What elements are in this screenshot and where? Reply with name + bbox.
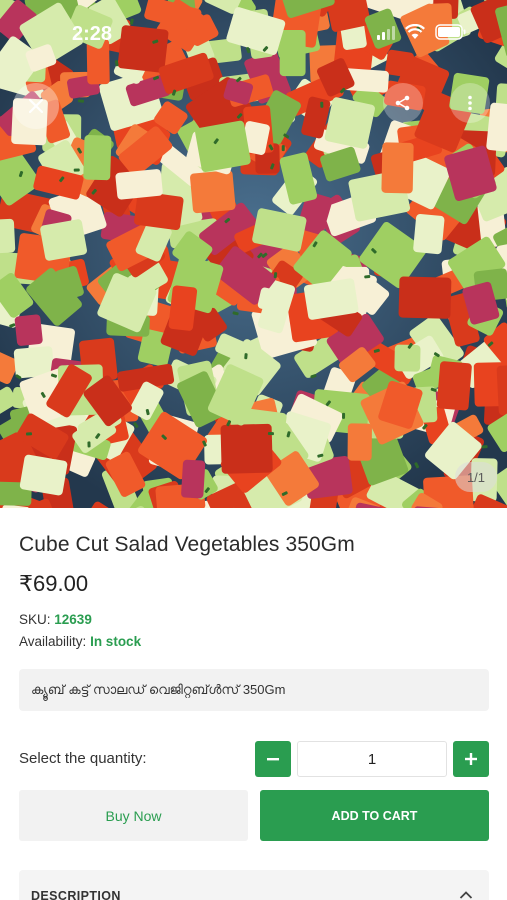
- herb-fleck: [25, 432, 33, 436]
- vegetable-piece: [394, 344, 421, 372]
- quantity-increase-button[interactable]: [453, 741, 489, 777]
- herb-fleck: [267, 432, 274, 436]
- herb-fleck: [342, 412, 346, 419]
- sku-label: SKU:: [19, 612, 51, 627]
- vegetable-piece: [19, 454, 68, 496]
- chevron-up-icon: [459, 891, 473, 899]
- vegetable-piece: [347, 423, 372, 461]
- vegetable-piece: [190, 170, 236, 214]
- vegetable-piece: [0, 218, 16, 254]
- product-title: Cube Cut Salad Vegetables 350Gm: [19, 533, 355, 556]
- product-native-name: ക്യൂബ് കട്ട് സാലഡ് വെജിറ്റബ്ൾസ് 350Gm: [19, 669, 489, 711]
- availability-value: In stock: [90, 634, 142, 649]
- battery-icon: [435, 24, 467, 40]
- cell-signal-icon: [377, 24, 395, 40]
- wifi-icon: [405, 24, 425, 40]
- vegetable-piece: [115, 169, 163, 200]
- vegetable-piece: [168, 285, 198, 331]
- sku-row: SKU: 12639: [19, 612, 92, 627]
- vegetable-piece: [195, 120, 251, 172]
- herb-fleck: [87, 441, 91, 448]
- vegetable-piece: [398, 276, 452, 319]
- vegetable-piece: [220, 423, 273, 474]
- status-bar: 2:28: [0, 0, 507, 70]
- herb-fleck: [481, 445, 488, 449]
- salad-photo: [0, 0, 507, 508]
- herb-fleck: [244, 353, 248, 360]
- herb-fleck: [320, 101, 324, 108]
- vegetable-piece: [413, 214, 445, 255]
- image-page-indicator: 1/1: [455, 462, 497, 492]
- more-vertical-icon: [468, 95, 472, 111]
- availability-row: Availability: In stock: [19, 634, 141, 649]
- close-button[interactable]: [13, 83, 59, 129]
- availability-label: Availability:: [19, 634, 87, 649]
- share-icon: [395, 95, 410, 111]
- sku-value: 12639: [54, 612, 92, 627]
- share-button[interactable]: [383, 83, 423, 123]
- herb-fleck: [364, 275, 371, 279]
- status-time: 2:28: [72, 23, 113, 45]
- vegetable-piece: [324, 97, 375, 149]
- close-icon: [28, 98, 44, 114]
- vegetable-piece: [83, 135, 112, 181]
- vegetable-piece: [381, 142, 414, 194]
- quantity-decrease-button[interactable]: [255, 741, 291, 777]
- product-image[interactable]: 2:28 1/1: [0, 0, 507, 508]
- vegetable-piece: [436, 361, 472, 411]
- vegetable-piece: [181, 459, 206, 499]
- buy-now-button[interactable]: Buy Now: [19, 790, 248, 841]
- herb-fleck: [73, 168, 80, 172]
- vegetable-piece: [40, 219, 87, 261]
- more-options-button[interactable]: [450, 83, 490, 123]
- native-name-text: ക്യൂബ് കട്ട് സാലഡ് വെജിറ്റബ്ൾസ് 350Gm: [31, 682, 286, 697]
- product-price: ₹69.00: [19, 571, 89, 596]
- vegetable-piece: [14, 314, 43, 346]
- quantity-input[interactable]: 1: [297, 741, 447, 777]
- quantity-label: Select the quantity:: [19, 750, 147, 767]
- herb-fleck: [281, 145, 285, 152]
- plus-icon: [465, 753, 477, 765]
- minus-icon: [267, 758, 279, 761]
- herb-fleck: [77, 99, 85, 103]
- description-accordion[interactable]: DESCRIPTION: [19, 870, 489, 900]
- add-to-cart-button[interactable]: ADD TO CART: [260, 790, 489, 841]
- description-label: DESCRIPTION: [31, 889, 121, 900]
